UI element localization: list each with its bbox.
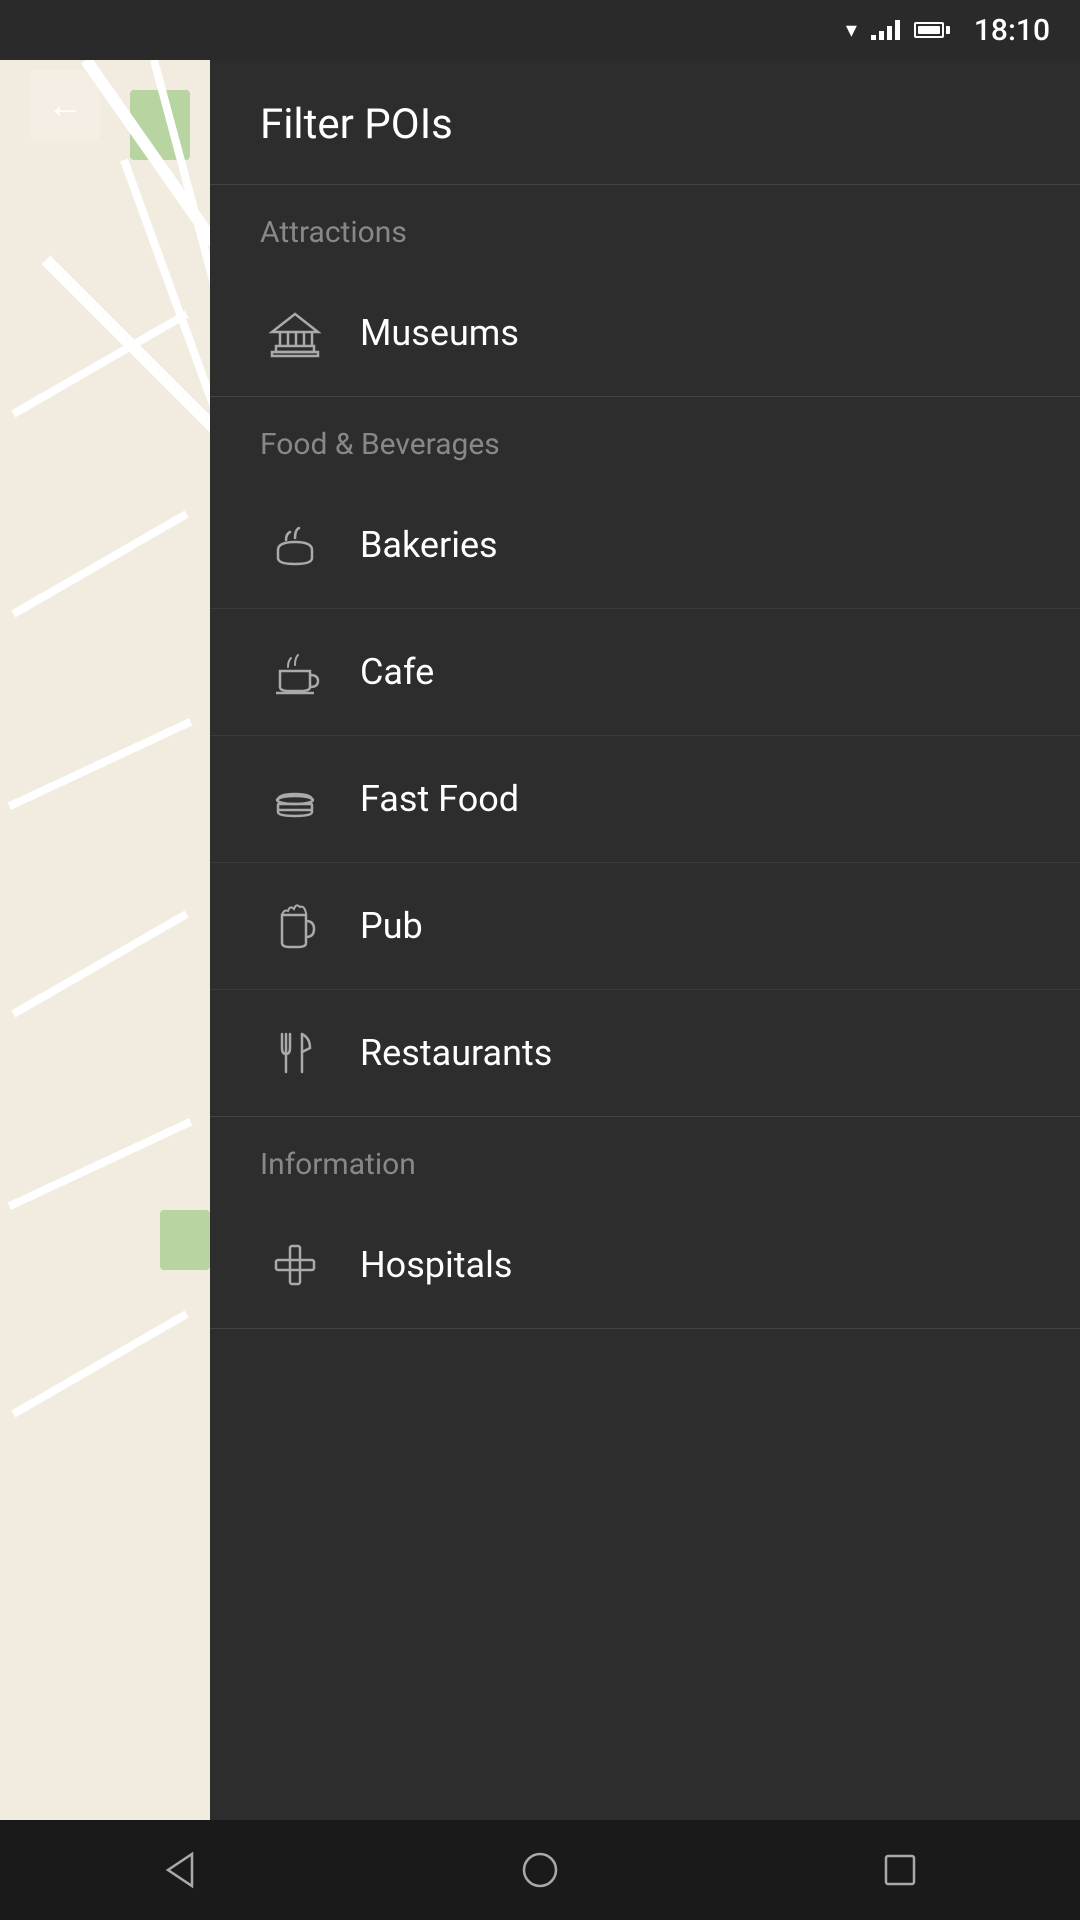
hospital-icon bbox=[260, 1230, 330, 1300]
museums-label: Museums bbox=[360, 312, 519, 354]
pub-svg bbox=[268, 899, 322, 953]
bottom-nav-bar bbox=[0, 1820, 1080, 1920]
museum-svg bbox=[268, 306, 322, 360]
section-food-beverages: Food & Beverages Bakeries bbox=[210, 397, 1080, 1117]
drawer-title: Filter POIs bbox=[260, 100, 453, 149]
menu-item-cafe[interactable]: Cafe bbox=[210, 609, 1080, 736]
status-time: 18:10 bbox=[974, 13, 1050, 48]
section-title-attractions: Attractions bbox=[260, 215, 407, 250]
cafe-icon bbox=[260, 637, 330, 707]
road bbox=[11, 311, 188, 418]
hospital-svg bbox=[268, 1238, 322, 1292]
drawer-panel: Filter POIs Attractions Mus bbox=[210, 60, 1080, 1840]
status-icons: ▾ 18:10 bbox=[846, 13, 1050, 48]
pub-label: Pub bbox=[360, 905, 423, 947]
section-header-information: Information bbox=[210, 1117, 1080, 1202]
section-title-information: Information bbox=[260, 1147, 416, 1182]
menu-item-bakeries[interactable]: Bakeries bbox=[210, 482, 1080, 609]
section-header-attractions: Attractions bbox=[210, 185, 1080, 270]
section-header-food: Food & Beverages bbox=[210, 397, 1080, 482]
cafe-label: Cafe bbox=[360, 651, 434, 693]
status-bar: ▾ 18:10 bbox=[0, 0, 1080, 60]
wifi-icon: ▾ bbox=[846, 18, 857, 43]
menu-item-fast-food[interactable]: Fast Food bbox=[210, 736, 1080, 863]
fast-food-label: Fast Food bbox=[360, 778, 519, 820]
bakery-svg bbox=[268, 518, 322, 572]
road bbox=[8, 1118, 193, 1210]
fast-food-svg bbox=[268, 772, 322, 826]
bakeries-label: Bakeries bbox=[360, 524, 498, 566]
nav-home-icon bbox=[518, 1848, 562, 1892]
menu-item-museums[interactable]: Museums bbox=[210, 270, 1080, 396]
back-arrow-icon: ← bbox=[47, 87, 83, 123]
bakery-icon bbox=[260, 510, 330, 580]
menu-item-restaurants[interactable]: Restaurants bbox=[210, 990, 1080, 1116]
signal-icon bbox=[871, 20, 900, 40]
museum-icon bbox=[260, 298, 330, 368]
back-button-area: ← bbox=[0, 60, 210, 150]
road bbox=[8, 718, 193, 810]
nav-back-button[interactable] bbox=[130, 1840, 230, 1900]
restaurant-svg bbox=[268, 1026, 322, 1080]
fast-food-icon bbox=[260, 764, 330, 834]
road bbox=[11, 511, 188, 618]
restaurants-label: Restaurants bbox=[360, 1032, 552, 1074]
nav-home-button[interactable] bbox=[490, 1840, 590, 1900]
section-attractions: Attractions Museums bbox=[210, 185, 1080, 397]
menu-item-pub[interactable]: Pub bbox=[210, 863, 1080, 990]
road bbox=[120, 159, 210, 820]
hospitals-label: Hospitals bbox=[360, 1244, 512, 1286]
map-background bbox=[0, 60, 210, 1840]
road bbox=[11, 1311, 188, 1418]
drawer-header: Filter POIs bbox=[210, 60, 1080, 185]
battery-icon bbox=[914, 22, 950, 38]
nav-recents-button[interactable] bbox=[850, 1840, 950, 1900]
park-area-2 bbox=[160, 1210, 210, 1270]
cafe-svg bbox=[268, 645, 322, 699]
section-title-food: Food & Beverages bbox=[260, 427, 500, 462]
nav-back-icon bbox=[158, 1848, 202, 1892]
road bbox=[11, 911, 188, 1018]
menu-item-hospitals[interactable]: Hospitals bbox=[210, 1202, 1080, 1328]
section-information: Information Hospitals bbox=[210, 1117, 1080, 1329]
pub-icon bbox=[260, 891, 330, 961]
map-panel bbox=[0, 60, 210, 1840]
nav-recents-icon bbox=[878, 1848, 922, 1892]
back-button[interactable]: ← bbox=[30, 70, 100, 140]
restaurant-icon bbox=[260, 1018, 330, 1088]
